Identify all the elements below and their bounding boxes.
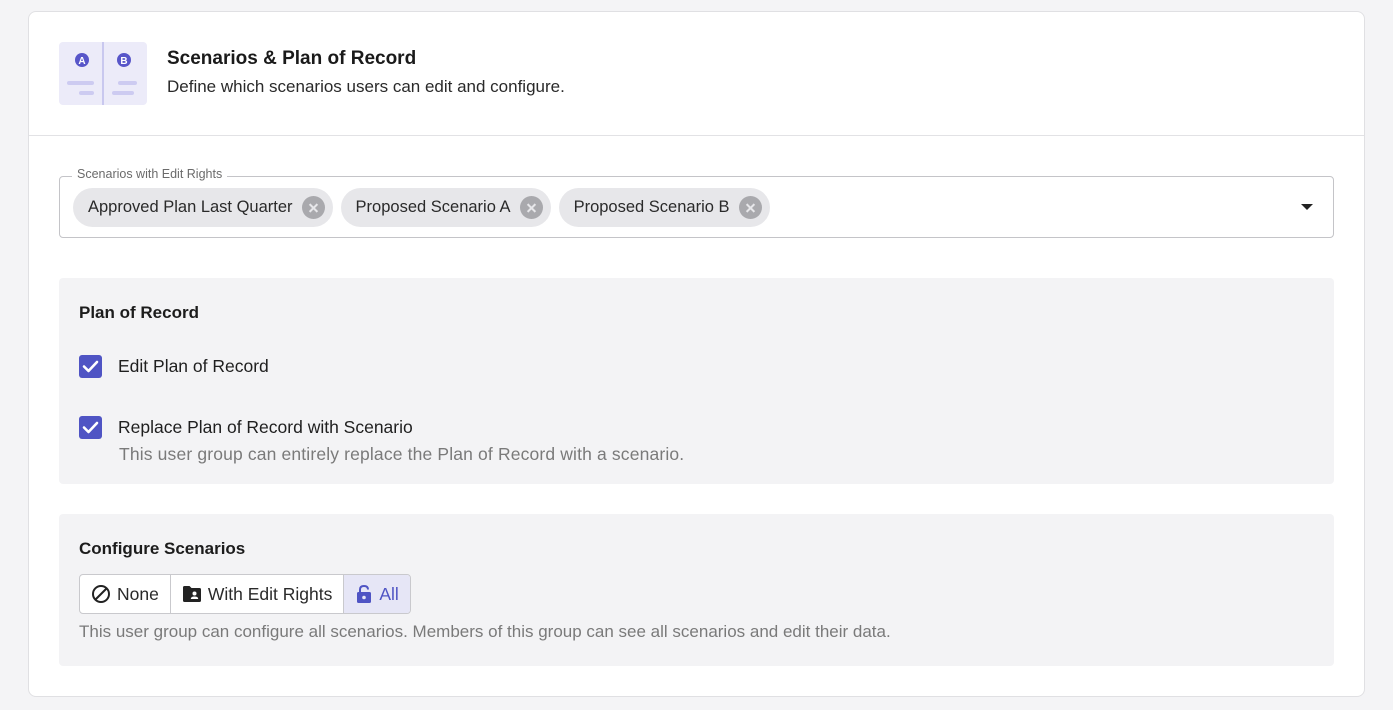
option-with-edit-rights-button[interactable]: With Edit Rights xyxy=(171,575,345,613)
edit-plan-of-record-checkbox[interactable] xyxy=(79,355,102,378)
chip-label: Proposed Scenario B xyxy=(573,198,730,216)
replace-plan-of-record-checkbox[interactable] xyxy=(79,416,102,439)
scenario-ab-icon: A B xyxy=(59,42,147,105)
configure-scenarios-toggle-group: None With Edit Rights All xyxy=(79,574,411,614)
chip-remove-icon[interactable] xyxy=(738,196,762,219)
checkbox-help-text: This user group can entirely replace the… xyxy=(119,444,685,464)
check-icon xyxy=(82,421,99,434)
configure-help-text: This user group can configure all scenar… xyxy=(79,622,891,641)
chip-remove-icon[interactable] xyxy=(519,196,543,219)
block-icon xyxy=(92,585,110,603)
check-icon xyxy=(82,360,99,373)
folder-shared-icon xyxy=(182,586,201,602)
illustration-letter-b: B xyxy=(120,56,127,67)
option-none-button[interactable]: None xyxy=(80,575,171,613)
checkbox-label: Edit Plan of Record xyxy=(118,356,269,376)
scenario-chip[interactable]: Proposed Scenario B xyxy=(558,188,770,227)
checkbox-label: Replace Plan of Record with Scenario xyxy=(118,417,413,437)
scenario-chip[interactable]: Proposed Scenario A xyxy=(340,188,551,227)
illustration-letter-a: A xyxy=(78,56,85,67)
chip-label: Proposed Scenario A xyxy=(355,198,511,216)
scenario-chip[interactable]: Approved Plan Last Quarter xyxy=(73,188,333,227)
chip-label: Approved Plan Last Quarter xyxy=(88,198,293,216)
option-label: All xyxy=(379,583,399,604)
lock-open-icon xyxy=(357,584,372,603)
chip-remove-icon[interactable] xyxy=(301,196,325,219)
option-label: None xyxy=(117,583,159,604)
page-title: Scenarios & Plan of Record xyxy=(167,48,417,69)
section-title: Plan of Record xyxy=(79,303,199,322)
option-all-button[interactable]: All xyxy=(344,575,410,613)
configure-scenarios-section: Configure Scenarios None With Edit Right… xyxy=(59,514,1334,666)
scenarios-edit-rights-select[interactable]: Scenarios with Edit Rights Approved Plan… xyxy=(59,167,1334,238)
section-title: Configure Scenarios xyxy=(79,539,246,558)
dropdown-arrow-icon[interactable] xyxy=(1301,204,1313,210)
page-subtitle: Define which scenarios users can edit an… xyxy=(167,77,565,96)
plan-of-record-section: Plan of Record Edit Plan of Record Repla… xyxy=(59,278,1334,484)
field-label: Scenarios with Edit Rights xyxy=(72,167,228,181)
selected-chips: Approved Plan Last Quarter Proposed Scen… xyxy=(73,188,770,227)
card-header: A B Scenarios & Plan of Record Define wh… xyxy=(29,12,1364,136)
option-label: With Edit Rights xyxy=(207,583,333,604)
scenarios-settings-card: A B Scenarios & Plan of Record Define wh… xyxy=(28,11,1365,697)
